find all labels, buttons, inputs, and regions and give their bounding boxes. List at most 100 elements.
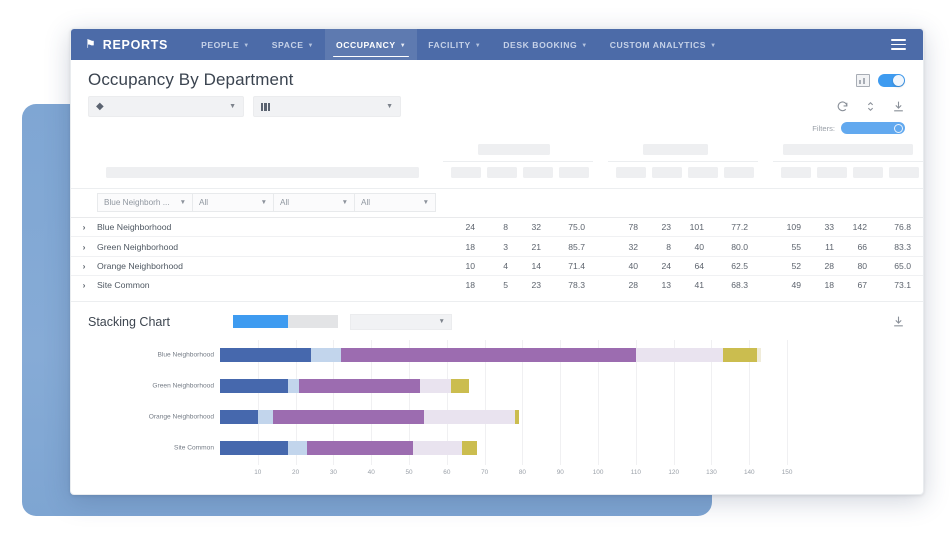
skeleton-block [688,167,718,178]
chart-title: Stacking Chart [88,314,170,329]
cell: 142 [852,222,867,233]
chart-bar-segment[interactable] [461,440,478,455]
chart-bar-row[interactable]: Site Common [174,440,478,455]
chart-bar-label: Green Neighborhood [152,382,214,390]
chart-header: Stacking Chart ▼ [71,300,923,336]
nav-item-label: DESK BOOKING [503,39,578,50]
layers-select[interactable]: ◆ ▼ [88,96,244,117]
chart-x-tick-label: 90 [556,468,564,476]
chart-bar-segment[interactable] [756,347,761,362]
nav-items: PEOPLE ▼ SPACE ▼ OCCUPANCY ▼ FACILITY ▼ … [190,29,727,60]
app-window: ⚑ REPORTS PEOPLE ▼ SPACE ▼ OCCUPANCY ▼ F… [70,28,924,495]
cell: 8 [503,222,508,233]
chart-bar-segment[interactable] [220,347,311,362]
hamburger-icon[interactable] [888,36,909,53]
filter-select-2[interactable]: All ▼ [192,193,274,212]
chart-select[interactable]: ▼ [349,313,452,330]
table-row[interactable]: › Orange Neighborhood 10 4 14 71.4 40 24… [71,255,923,275]
table-row[interactable]: › Site Common 18 5 23 78.3 28 13 41 68.3… [71,275,923,294]
nav-item-label: CUSTOM ANALYTICS [609,39,707,50]
bar-chart-icon[interactable] [856,73,870,87]
filter-select-neighborhood[interactable]: Blue Neighborh ... ▼ [97,193,193,212]
nav-item-people[interactable]: PEOPLE ▼ [190,29,261,60]
cell: 77.2 [731,222,748,233]
chart-gridline [787,339,789,465]
chart-bar-segment[interactable] [299,378,421,393]
screenshot-root: ⚑ REPORTS PEOPLE ▼ SPACE ▼ OCCUPANCY ▼ F… [0,0,952,549]
chart-x-tick-label: 80 [518,468,526,476]
refresh-icon[interactable] [836,100,849,113]
chart-bar-segment[interactable] [220,409,258,424]
columns-select[interactable]: ▼ [253,96,401,117]
table-header-skeleton [88,140,923,188]
chart-x-tick-label: 20 [292,468,300,476]
skeleton-block [478,144,550,155]
cell: 80 [857,260,867,271]
cell: 73.1 [894,280,911,291]
chart-bar-segment[interactable] [272,409,425,424]
chevron-right-icon[interactable]: › [71,222,97,232]
nav-item-space[interactable]: SPACE ▼ [261,29,325,60]
brand[interactable]: ⚑ REPORTS [85,38,168,52]
filter-select-4[interactable]: All ▼ [354,193,436,212]
filters-label: Filters: [812,123,835,133]
chevron-right-icon[interactable]: › [71,280,97,290]
download-icon[interactable] [892,100,905,113]
chart-bar-row[interactable]: Green Neighborhood [152,378,470,393]
chart-bar-row[interactable]: Orange Neighborhood [149,409,519,424]
cell: 41 [694,280,704,291]
chart-bar-segment[interactable] [450,378,470,393]
chart-mode-toggle[interactable] [232,315,338,329]
row-name: Green Neighborhood [97,241,179,252]
view-toggle-switch[interactable] [878,73,905,87]
chart-mode-off[interactable] [287,315,338,329]
nav-item-custom-analytics[interactable]: CUSTOM ANALYTICS ▼ [599,29,728,60]
filter-select-value: All [361,198,371,207]
chart-mode-on[interactable] [232,315,288,329]
cell: 18 [465,241,475,252]
chevron-right-icon[interactable]: › [71,261,97,271]
chart-bar-segment[interactable] [420,378,451,393]
cell: 10 [465,260,475,271]
download-icon[interactable] [892,315,905,328]
filter-select-value: All [280,198,290,207]
nav-item-desk-booking[interactable]: DESK BOOKING ▼ [492,29,598,60]
toggle-knob [893,74,904,86]
chart-bar-segment[interactable] [257,409,273,424]
chart-bar-segment[interactable] [306,440,413,455]
skeleton-block [817,167,847,178]
chart-x-tick-label: 50 [405,468,413,476]
table-row[interactable]: › Green Neighborhood 18 3 21 85.7 32 8 4… [71,236,923,255]
chart-x-tick-label: 40 [367,468,375,476]
chart-bar-segment[interactable] [310,347,341,362]
sort-updown-icon[interactable] [864,100,877,113]
chart-bar-segment[interactable] [412,440,462,455]
filter-select-3[interactable]: All ▼ [273,193,355,212]
cell: 83.3 [894,241,911,252]
chart-x-tick-label: 10 [254,468,262,476]
chart-bar-segment[interactable] [514,409,519,424]
cell: 23 [531,280,541,291]
nav-item-occupancy[interactable]: OCCUPANCY ▼ [325,29,418,60]
chart-bar-segment[interactable] [220,378,289,393]
chart-bar-segment[interactable] [635,347,723,362]
cell: 40 [694,241,704,252]
chart-bar-segment[interactable] [340,347,636,362]
chart-bar-segment[interactable] [288,378,300,393]
stacking-chart-plot: 10 20 30 40 50 60 70 80 90 100 110 120 130 140 150 Blu… [88,339,905,485]
chart-bar-segment[interactable] [722,347,757,362]
cell: 101 [689,222,704,233]
skeleton-divider [443,161,593,162]
cell: 8 [666,241,671,252]
chevron-right-icon[interactable]: › [71,242,97,252]
table-row[interactable]: › Blue Neighborhood 24 8 32 75.0 78 23 1… [71,217,923,236]
cell: 32 [628,241,638,252]
chevron-down-icon: ▼ [243,42,250,49]
chart-bar-row[interactable]: Blue Neighborhood [158,347,761,362]
chart-bar-segment[interactable] [424,409,515,424]
nav-item-facility[interactable]: FACILITY ▼ [417,29,492,60]
chart-bar-segment[interactable] [220,440,289,455]
chart-bar-segment[interactable] [288,440,307,455]
skeleton-block [106,167,419,178]
filters-toggle[interactable] [841,122,905,134]
